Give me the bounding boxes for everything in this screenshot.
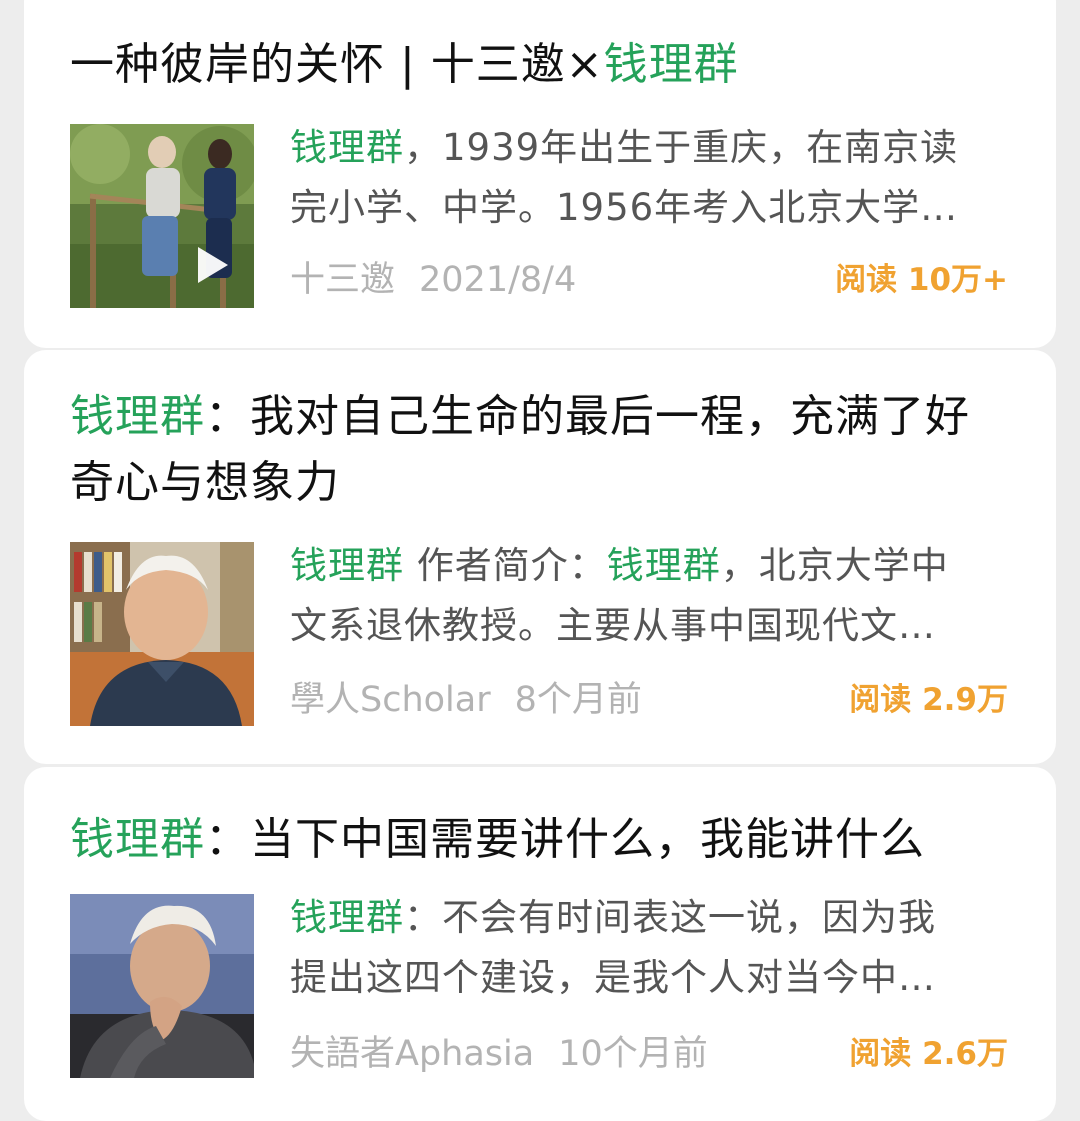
source-account[interactable]: 失語者Aphasia bbox=[290, 1034, 534, 1074]
title-text: 奇心与想象力 bbox=[70, 457, 340, 508]
thumbnail-image bbox=[70, 894, 254, 1078]
video-play-icon[interactable] bbox=[198, 247, 228, 283]
summary-text: ：不会有时间表这一说，因为我 bbox=[404, 896, 936, 939]
title-keyword-highlight: 钱理群 bbox=[70, 391, 205, 442]
title-text: 一种彼岸的关怀 | 十三邀× bbox=[70, 39, 604, 90]
summary-text: ，1939年出生于重庆，在南京读 bbox=[404, 126, 959, 169]
result-title[interactable]: 一种彼岸的关怀 | 十三邀×钱理群 bbox=[70, 32, 1012, 98]
publish-date: 8个月前 bbox=[514, 680, 642, 720]
summary-text: 文系退休教授。主要从事中国现代文… bbox=[290, 604, 936, 647]
summary-keyword-highlight: 钱理群 bbox=[290, 896, 404, 939]
summary-text: ，北京大学中 bbox=[720, 544, 949, 587]
title-keyword-highlight: 钱理群 bbox=[70, 814, 205, 865]
result-meta: 失語者Aphasia 10个月前 bbox=[290, 1030, 708, 1078]
summary-keyword-highlight: 钱理群 bbox=[606, 544, 721, 587]
result-meta: 十三邀 2021/8/4 bbox=[290, 256, 576, 304]
source-account[interactable]: 學人Scholar bbox=[290, 680, 491, 720]
video-thumbnail[interactable] bbox=[70, 124, 254, 308]
result-title[interactable]: 钱理群：我对自己生命的最后一程，充满了好奇心与想象力 bbox=[70, 384, 1012, 516]
result-summary: 钱理群：不会有时间表这一说，因为我 提出这四个建设，是我个人对当今中… bbox=[290, 888, 1010, 1008]
title-keyword-highlight: 钱理群 bbox=[603, 39, 739, 90]
summary-text: 提出这四个建设，是我个人对当今中… bbox=[290, 956, 936, 999]
source-account[interactable]: 十三邀 bbox=[290, 260, 395, 300]
title-text: ：当下中国需要讲什么，我能讲什么 bbox=[205, 814, 925, 865]
search-result-card[interactable]: 一种彼岸的关怀 | 十三邀×钱理群 钱理群，1939年出生于重庆，在南京读 完小… bbox=[24, 0, 1056, 348]
title-text: ：我对自己生命的最后一程，充满了好 bbox=[205, 391, 970, 442]
summary-keyword-highlight: 钱理群 bbox=[290, 544, 404, 587]
article-thumbnail[interactable] bbox=[70, 542, 254, 726]
summary-keyword-highlight: 钱理群 bbox=[290, 126, 404, 169]
thumbnail-image bbox=[70, 542, 254, 726]
summary-text: 作者简介： bbox=[404, 544, 607, 587]
result-meta: 學人Scholar 8个月前 bbox=[290, 676, 642, 724]
search-result-card[interactable]: 钱理群：当下中国需要讲什么，我能讲什么 钱理群：不会有时间表这一说，因为我 提出… bbox=[24, 767, 1056, 1121]
result-title[interactable]: 钱理群：当下中国需要讲什么，我能讲什么 bbox=[70, 807, 1012, 873]
publish-date: 2021/8/4 bbox=[419, 260, 577, 300]
summary-text: 完小学、中学。1956年考入北京大学… bbox=[290, 186, 959, 229]
search-result-card[interactable]: 钱理群：我对自己生命的最后一程，充满了好 奇心与想象力 钱理群 作者简介：钱理群，… bbox=[24, 350, 1056, 764]
read-count: 阅读 2.9万 bbox=[849, 682, 1008, 718]
read-count: 阅读 10万+ bbox=[835, 262, 1008, 298]
article-thumbnail[interactable] bbox=[70, 894, 254, 1078]
result-summary: 钱理群 作者简介：钱理群，北京大学中 文系退休教授。主要从事中国现代文… bbox=[290, 536, 1010, 656]
result-summary: 钱理群，1939年出生于重庆，在南京读 完小学、中学。1956年考入北京大学… bbox=[290, 118, 1010, 238]
publish-date: 10个月前 bbox=[558, 1034, 708, 1074]
read-count: 阅读 2.6万 bbox=[849, 1036, 1008, 1072]
